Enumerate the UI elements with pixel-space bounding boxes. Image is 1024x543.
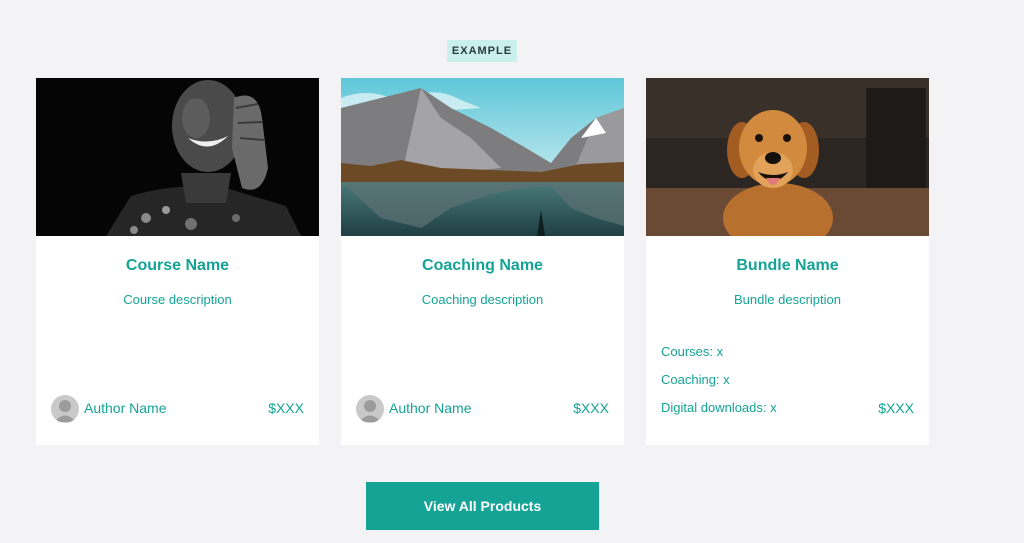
card-description: Bundle description [734,292,841,307]
course-image [36,78,319,236]
user-icon [54,400,76,422]
bundle-card[interactable]: Bundle Name Bundle description Courses: … [646,78,929,445]
card-title[interactable]: Bundle Name [646,257,929,275]
bundle-downloads-count: Digital downloads: x [661,400,777,415]
card-description: Course description [123,292,232,307]
bundle-courses-count: Courses: x [661,344,724,359]
bundle-coaching-count: Coaching: x [661,372,730,387]
author-name: Author Name [84,400,167,416]
coaching-image [341,78,624,236]
course-card[interactable]: Course Name Course description Author Na… [36,78,319,445]
product-showcase: EXAMPLE Course Name Course description A… [0,0,1024,543]
example-badge: EXAMPLE [447,40,517,62]
author-avatar [356,395,384,423]
card-title[interactable]: Coaching Name [341,257,624,275]
price: $XXX [878,400,914,416]
price: $XXX [268,400,304,416]
bundle-image [646,78,929,236]
coaching-card[interactable]: Coaching Name Coaching description Autho… [341,78,624,445]
view-all-products-button[interactable]: View All Products [366,482,599,530]
price: $XXX [573,400,609,416]
card-title[interactable]: Course Name [36,257,319,275]
author-avatar [51,395,79,423]
user-icon [359,400,381,422]
card-description: Coaching description [421,292,544,307]
author-name: Author Name [389,400,472,416]
